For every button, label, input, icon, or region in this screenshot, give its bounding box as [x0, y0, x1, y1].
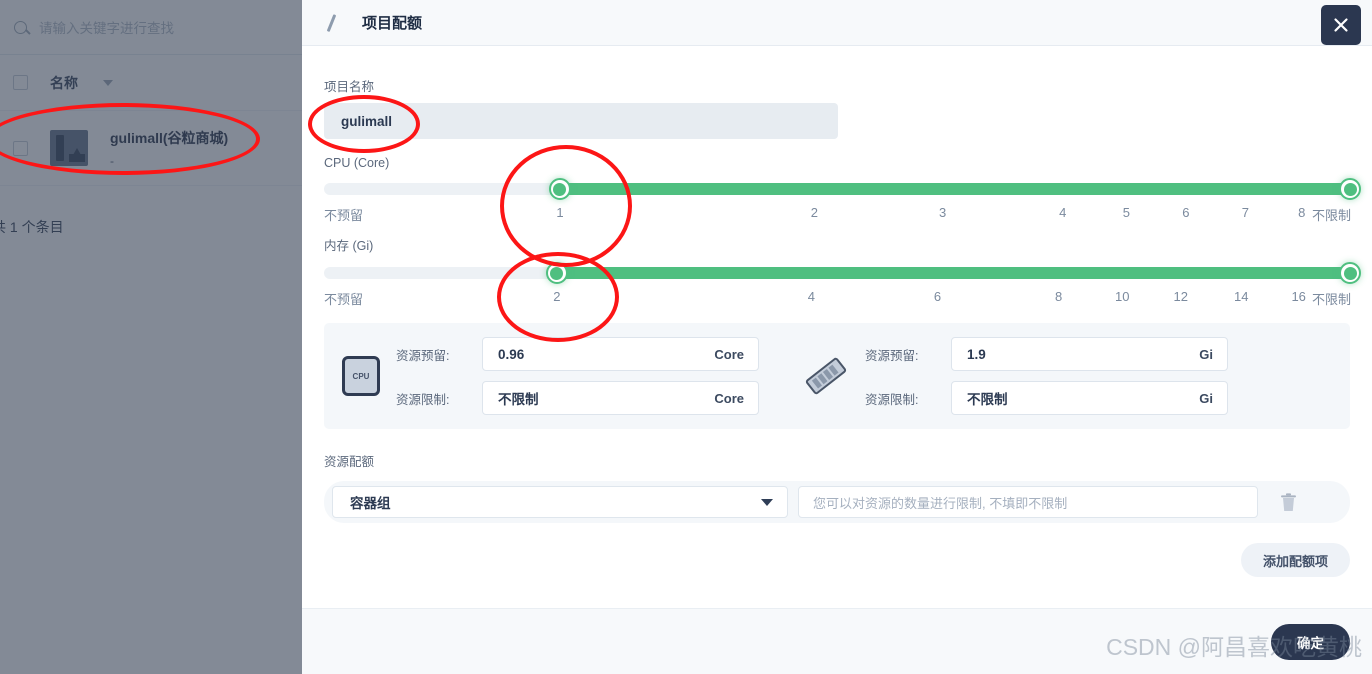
- add-quota-button[interactable]: 添加配额项: [1240, 543, 1350, 577]
- slider-tick-label: 6: [933, 289, 942, 304]
- project-quota-modal: 项目配额 项目名称 gulimall CPU (Core) 不预留 1 2 3 …: [302, 0, 1372, 674]
- cpu-slider-label: CPU (Core): [324, 156, 390, 170]
- cpu-reserve-unit: Core: [714, 346, 744, 362]
- cpu-slider-block: CPU (Core) 不预留 1 2 3 4 5 6 7 8 不限制: [324, 156, 1361, 227]
- memory-limit-field[interactable]: 不限制 Gi: [951, 381, 1228, 415]
- modal-footer: 确定: [302, 608, 1372, 674]
- cpu-chip-icon: CPU: [342, 356, 380, 396]
- quota-type-select[interactable]: 容器组: [332, 486, 788, 518]
- cpu-slider-handle-upper[interactable]: [1339, 178, 1361, 200]
- cpu-limit-value: 不限制: [498, 392, 539, 407]
- cpu-resource-rows: 资源预留: 0.96 Core 资源限制: 不限制 Core: [396, 337, 759, 415]
- memory-resource-rows: 资源预留: 1.9 Gi 资源限制: 不限制 Gi: [865, 337, 1228, 415]
- screen-root: 请输入关键字进行查找 名称 gulimall(谷粒商城) - 共 1 个条目 项…: [0, 0, 1372, 674]
- cpu-slider-fill: [559, 183, 1350, 195]
- modal-dim-overlay[interactable]: [0, 0, 302, 674]
- cpu-reserve-label: 资源预留:: [396, 348, 450, 363]
- project-name-label: 项目名称: [324, 80, 375, 94]
- cpu-limit-line: 资源限制: 不限制 Core: [396, 381, 759, 415]
- trash-icon[interactable]: [1268, 486, 1308, 518]
- pen-slash-icon: [324, 14, 338, 32]
- slider-tick-label: 不限制: [1312, 208, 1352, 223]
- memory-reserve-line: 资源预留: 1.9 Gi: [865, 337, 1228, 371]
- slider-tick-label: 6: [1182, 205, 1190, 220]
- memory-limit-value: 不限制: [967, 392, 1008, 407]
- quota-section-label: 资源配额: [324, 455, 375, 469]
- cpu-reserve-value: 0.96: [498, 346, 525, 362]
- cpu-limit-unit: Core: [714, 390, 744, 406]
- modal-body: 项目名称 gulimall CPU (Core) 不预留 1 2 3 4 5 6 7 8 不限制 …: [302, 46, 1372, 608]
- memory-slider-handle-upper[interactable]: [1339, 262, 1361, 284]
- memory-reserve-value: 1.9: [967, 346, 986, 362]
- cpu-slider-handle-lower[interactable]: [548, 178, 571, 200]
- quota-type-value: 容器组: [350, 496, 391, 511]
- resource-summary-card: CPU 资源预留: 0.96 Core 资源限制: 不限制 Core 资源预留:…: [324, 323, 1350, 429]
- memory-reserve-label: 资源预留:: [865, 348, 919, 363]
- memory-reserve-field[interactable]: 1.9 Gi: [951, 337, 1228, 371]
- modal-header: 项目配额: [302, 0, 1372, 46]
- slider-tick-label: 不限制: [1312, 292, 1352, 307]
- cpu-limit-field[interactable]: 不限制 Core: [482, 381, 759, 415]
- memory-slider-ticks: 不预留 2 4 6 8 10 12 14 16 不限制: [324, 289, 1352, 311]
- cpu-chip-label: CPU: [352, 371, 370, 381]
- cpu-reserve-line: 资源预留: 0.96 Core: [396, 337, 759, 371]
- slider-tick-label: 2: [810, 205, 819, 220]
- slider-tick-label: 3: [939, 205, 947, 220]
- slider-tick-label: 4: [807, 289, 815, 304]
- cpu-slider-ticks: 不预留 1 2 3 4 5 6 7 8 不限制: [324, 205, 1352, 227]
- quota-item-row: 容器组 您可以对资源的数量进行限制, 不填即不限制: [324, 481, 1350, 523]
- slider-tick-label: 2: [553, 289, 561, 304]
- cpu-reserve-field[interactable]: 0.96 Core: [482, 337, 759, 371]
- quota-value-input[interactable]: 您可以对资源的数量进行限制, 不填即不限制: [798, 486, 1258, 518]
- memory-slider-track-wrap[interactable]: [324, 262, 1361, 284]
- memory-slider-label: 内存 (Gi): [324, 239, 374, 253]
- memory-slider-fill: [556, 267, 1350, 279]
- memory-slider-handle-lower[interactable]: [545, 262, 568, 284]
- cpu-slider-track-wrap[interactable]: [324, 178, 1361, 200]
- ram-stick-icon: [803, 356, 849, 396]
- close-icon[interactable]: [1321, 5, 1361, 45]
- slider-tick-label: 10: [1114, 289, 1130, 304]
- memory-slider-block: 内存 (Gi) 不预留 2 4 6 8 10 12 14 16 不限制: [324, 235, 1361, 311]
- slider-tick-label: 8: [1054, 289, 1063, 304]
- project-name-value: gulimall: [341, 113, 393, 129]
- modal-title: 项目配额: [362, 15, 423, 32]
- slider-tick-label: 不预留: [324, 292, 364, 307]
- cpu-resource-group: CPU 资源预留: 0.96 Core 资源限制: 不限制 Core: [342, 337, 759, 415]
- memory-limit-unit: Gi: [1199, 390, 1213, 406]
- slider-tick-label: 12: [1173, 289, 1188, 304]
- quota-value-placeholder: 您可以对资源的数量进行限制, 不填即不限制: [813, 495, 1068, 511]
- memory-limit-line: 资源限制: 不限制 Gi: [865, 381, 1228, 415]
- add-quota-wrap: 添加配额项: [324, 543, 1350, 577]
- slider-tick-label: 14: [1234, 289, 1249, 304]
- slider-tick-label: 5: [1122, 205, 1130, 220]
- memory-resource-group: 资源预留: 1.9 Gi 资源限制: 不限制 Gi: [803, 337, 1228, 415]
- slider-tick-label: 1: [556, 205, 564, 220]
- project-name-input[interactable]: gulimall: [324, 103, 838, 139]
- slider-tick-label: 7: [1241, 205, 1249, 220]
- slider-tick-label: 16: [1291, 289, 1306, 304]
- background-project-list: 请输入关键字进行查找 名称 gulimall(谷粒商城) - 共 1 个条目: [0, 0, 302, 674]
- confirm-button[interactable]: 确定: [1271, 623, 1350, 660]
- cpu-limit-label: 资源限制:: [396, 392, 450, 407]
- memory-reserve-unit: Gi: [1199, 346, 1213, 362]
- chevron-down-icon: [761, 498, 773, 506]
- memory-limit-label: 资源限制:: [865, 392, 919, 407]
- slider-tick-label: 不预留: [324, 208, 364, 223]
- slider-tick-label: 4: [1059, 205, 1067, 220]
- slider-tick-label: 8: [1298, 205, 1306, 220]
